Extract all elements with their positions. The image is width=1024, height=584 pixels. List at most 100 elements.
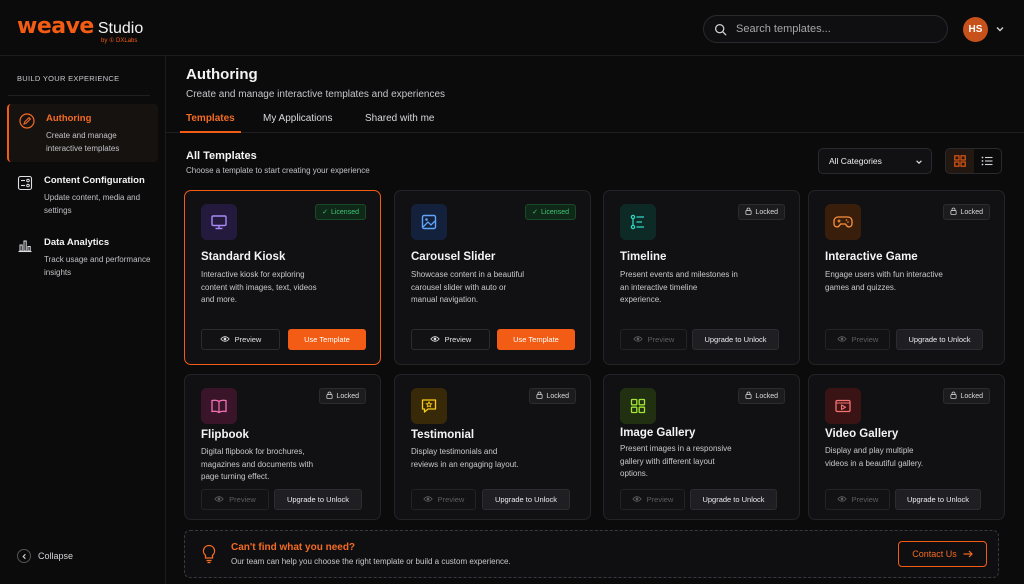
- template-desc: Showcase content in a beautiful carousel…: [411, 270, 524, 304]
- contact-us-label: Contact Us: [912, 549, 957, 559]
- lock-icon: [745, 207, 752, 217]
- locked-badge: Locked: [738, 388, 785, 404]
- view-toggle: [945, 148, 1002, 174]
- use-template-button[interactable]: Use Template: [288, 329, 366, 350]
- preview-button[interactable]: Preview: [620, 489, 685, 510]
- upgrade-to-unlock-button[interactable]: Upgrade to Unlock: [690, 489, 777, 510]
- tab-templates[interactable]: Templates: [186, 113, 235, 124]
- preview-label: Preview: [851, 495, 879, 504]
- eye-icon: [836, 495, 847, 505]
- template-card-testimonial[interactable]: Locked Testimonial Display testimonials …: [394, 374, 591, 520]
- top-header: weaveStudio by ① DXLabs HS: [0, 0, 1024, 56]
- preview-button[interactable]: Preview: [201, 329, 280, 350]
- list-view-button[interactable]: [974, 149, 1002, 173]
- template-desc: Digital flipbook for brochures, magazine…: [201, 447, 314, 481]
- preview-button[interactable]: Preview: [411, 329, 490, 350]
- sidebar-item-desc: Track usage and performance insights: [44, 255, 151, 277]
- brand-name: weave: [17, 14, 94, 39]
- grid-view-button[interactable]: [946, 149, 974, 173]
- sidebar-item-authoring[interactable]: Authoring Create and manage interactive …: [7, 104, 158, 162]
- sidebar-item-title: Authoring: [46, 113, 92, 124]
- help-banner: Can't find what you need? Our team can h…: [184, 530, 999, 578]
- list-view-icon: [981, 156, 993, 166]
- tab-my-applications[interactable]: My Applications: [263, 113, 332, 124]
- badge-label: Licensed: [330, 208, 359, 216]
- preview-button[interactable]: Preview: [825, 489, 890, 510]
- template-card-video-gallery[interactable]: Locked Video Gallery Display and play mu…: [808, 374, 1005, 520]
- upgrade-to-unlock-button[interactable]: Upgrade to Unlock: [896, 329, 983, 350]
- template-desc: Engage users with fun interactive games …: [825, 270, 943, 292]
- preview-button[interactable]: Preview: [620, 329, 687, 350]
- badge-label: Locked: [755, 208, 778, 216]
- template-title: Carousel Slider: [411, 251, 496, 263]
- template-desc: Interactive kiosk for exploring content …: [201, 270, 317, 304]
- upgrade-to-unlock-button[interactable]: Upgrade to Unlock: [482, 489, 570, 510]
- collapse-button[interactable]: Collapse: [17, 549, 73, 563]
- template-title: Timeline: [620, 251, 667, 263]
- use-template-button[interactable]: Use Template: [497, 329, 575, 350]
- search-input[interactable]: [736, 23, 936, 35]
- config-icon: [17, 175, 33, 191]
- eye-icon: [429, 335, 440, 345]
- brand-logo[interactable]: weave Studio by ① DXLabs: [17, 14, 144, 44]
- template-card-flipbook[interactable]: Locked Flipbook Digital flipbook for bro…: [184, 374, 381, 520]
- template-desc: Display testimonials and reviews in an e…: [411, 447, 519, 469]
- eye-icon: [632, 335, 643, 345]
- template-icon-box: [825, 204, 861, 240]
- upgrade-to-unlock-button[interactable]: Upgrade to Unlock: [895, 489, 981, 510]
- sidebar-divider: [8, 95, 150, 96]
- search-box[interactable]: [703, 15, 948, 43]
- gamepad-icon: [833, 216, 853, 228]
- sidebar-item-data-analytics[interactable]: Data Analytics Track usage and performan…: [7, 228, 158, 286]
- chevron-down-icon[interactable]: [995, 24, 1005, 34]
- check-icon: ✓: [322, 209, 328, 216]
- star-message-icon: [421, 399, 437, 413]
- page-title: Authoring: [186, 66, 258, 83]
- template-desc: Present events and milestones in an inte…: [620, 270, 738, 304]
- template-desc: Present images in a responsive gallery w…: [620, 444, 732, 478]
- category-select[interactable]: All Categories: [818, 148, 932, 174]
- template-card-interactive-game[interactable]: Locked Interactive Game Engage users wit…: [808, 190, 1005, 365]
- template-card-carousel-slider[interactable]: ✓ Licensed Carousel Slider Showcase conte…: [394, 190, 591, 365]
- preview-button[interactable]: Preview: [825, 329, 890, 350]
- contact-us-button[interactable]: Contact Us: [898, 541, 987, 567]
- eye-icon: [836, 335, 847, 345]
- lock-icon: [745, 391, 752, 401]
- sidebar-item-title: Content Configuration: [44, 175, 145, 186]
- licensed-badge: ✓ Licensed: [525, 204, 576, 220]
- preview-button[interactable]: Preview: [411, 489, 476, 510]
- template-title: Video Gallery: [825, 428, 899, 440]
- locked-badge: Locked: [738, 204, 785, 220]
- lock-icon: [950, 391, 957, 401]
- upgrade-to-unlock-button[interactable]: Upgrade to Unlock: [692, 329, 779, 350]
- badge-label: Locked: [546, 392, 569, 400]
- preview-label: Preview: [444, 335, 472, 344]
- template-card-image-gallery[interactable]: Locked Image Gallery Present images in a…: [603, 374, 800, 520]
- template-title: Interactive Game: [825, 251, 918, 263]
- tab-bar: Templates My Applications Shared with me: [166, 110, 1024, 133]
- preview-label: Preview: [234, 335, 262, 344]
- user-avatar[interactable]: HS: [963, 17, 988, 42]
- book-icon: [211, 399, 227, 414]
- preview-label: Preview: [437, 495, 465, 504]
- preview-label: Preview: [851, 335, 879, 344]
- brand-product: Studio: [97, 20, 144, 37]
- template-icon-box: [620, 388, 656, 424]
- tab-shared-with-me[interactable]: Shared with me: [365, 113, 434, 124]
- template-card-standard-kiosk[interactable]: ✓ Licensed Standard Kiosk Interactive kio…: [184, 190, 381, 365]
- sidebar-item-content-configuration[interactable]: Content Configuration Update content, me…: [7, 166, 158, 224]
- sidebar: BUILD YOUR EXPERIENCE Authoring Create a…: [0, 56, 166, 584]
- template-card-timeline[interactable]: Locked Timeline Present events and miles…: [603, 190, 800, 365]
- template-icon-box: [411, 204, 447, 240]
- upgrade-to-unlock-button[interactable]: Upgrade to Unlock: [274, 489, 362, 510]
- pen-icon: [19, 113, 35, 129]
- template-title: Testimonial: [411, 429, 475, 441]
- preview-label: Preview: [647, 335, 675, 344]
- preview-button[interactable]: Preview: [201, 489, 269, 510]
- preview-label: Preview: [646, 495, 674, 504]
- category-select-value: All Categories: [829, 156, 882, 166]
- image-icon: [421, 214, 437, 230]
- template-title: Image Gallery: [620, 427, 696, 439]
- sidebar-item-title: Data Analytics: [44, 237, 110, 248]
- locked-badge: Locked: [529, 388, 576, 404]
